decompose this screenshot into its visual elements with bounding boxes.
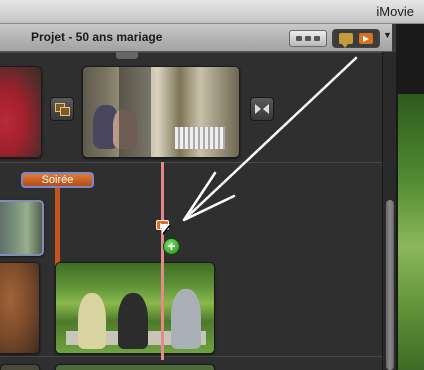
- mouse-cursor-icon: [162, 224, 170, 234]
- transition-icon[interactable]: [50, 97, 74, 121]
- row-divider: [0, 52, 382, 53]
- video-clip[interactable]: [55, 364, 215, 370]
- video-clip[interactable]: [0, 364, 40, 370]
- clip-handle[interactable]: [116, 52, 138, 59]
- clip-photo-detail: [175, 127, 225, 149]
- row-divider: [0, 162, 382, 163]
- comment-marker-icon[interactable]: [339, 33, 353, 48]
- scrollbar-thumb[interactable]: [386, 200, 394, 370]
- clip-photo-detail: [171, 289, 201, 349]
- project-toolbar: Projet - 50 ans mariage: [0, 24, 392, 52]
- clip-photo-detail: [118, 293, 148, 349]
- selected-video-clip[interactable]: [0, 200, 44, 256]
- video-clip[interactable]: [0, 262, 40, 354]
- thumbnail-grid-icon: [305, 36, 311, 41]
- video-clip[interactable]: [55, 262, 215, 354]
- project-timeline: Soirée +: [0, 52, 382, 370]
- chapter-marker-icon[interactable]: [359, 33, 373, 44]
- clip-photo-detail: [119, 67, 151, 157]
- thumbnail-view-button[interactable]: [289, 30, 327, 47]
- thumbnail-grid-icon: [296, 36, 302, 41]
- title-tag[interactable]: Soirée: [21, 172, 94, 188]
- clip-photo-detail: [78, 293, 106, 349]
- title-duration-bar[interactable]: [55, 188, 60, 266]
- row-divider: [0, 356, 382, 357]
- video-clip[interactable]: [82, 66, 240, 158]
- playhead[interactable]: [161, 162, 164, 360]
- cross-dissolve-icon[interactable]: [250, 97, 274, 121]
- vertical-scrollbar[interactable]: [382, 52, 396, 370]
- viewer-panel: [396, 24, 424, 370]
- app-title: iMovie: [376, 4, 414, 19]
- triangle-down-icon[interactable]: ▼: [383, 30, 392, 40]
- thumbnail-grid-icon: [314, 36, 320, 41]
- window-title-bar: iMovie: [0, 0, 424, 24]
- video-clip[interactable]: [0, 66, 42, 158]
- marker-segmented-control: [332, 29, 380, 48]
- viewer-preview-image: [398, 94, 424, 370]
- add-badge-icon: +: [163, 238, 180, 255]
- project-title: Projet - 50 ans mariage: [31, 30, 163, 44]
